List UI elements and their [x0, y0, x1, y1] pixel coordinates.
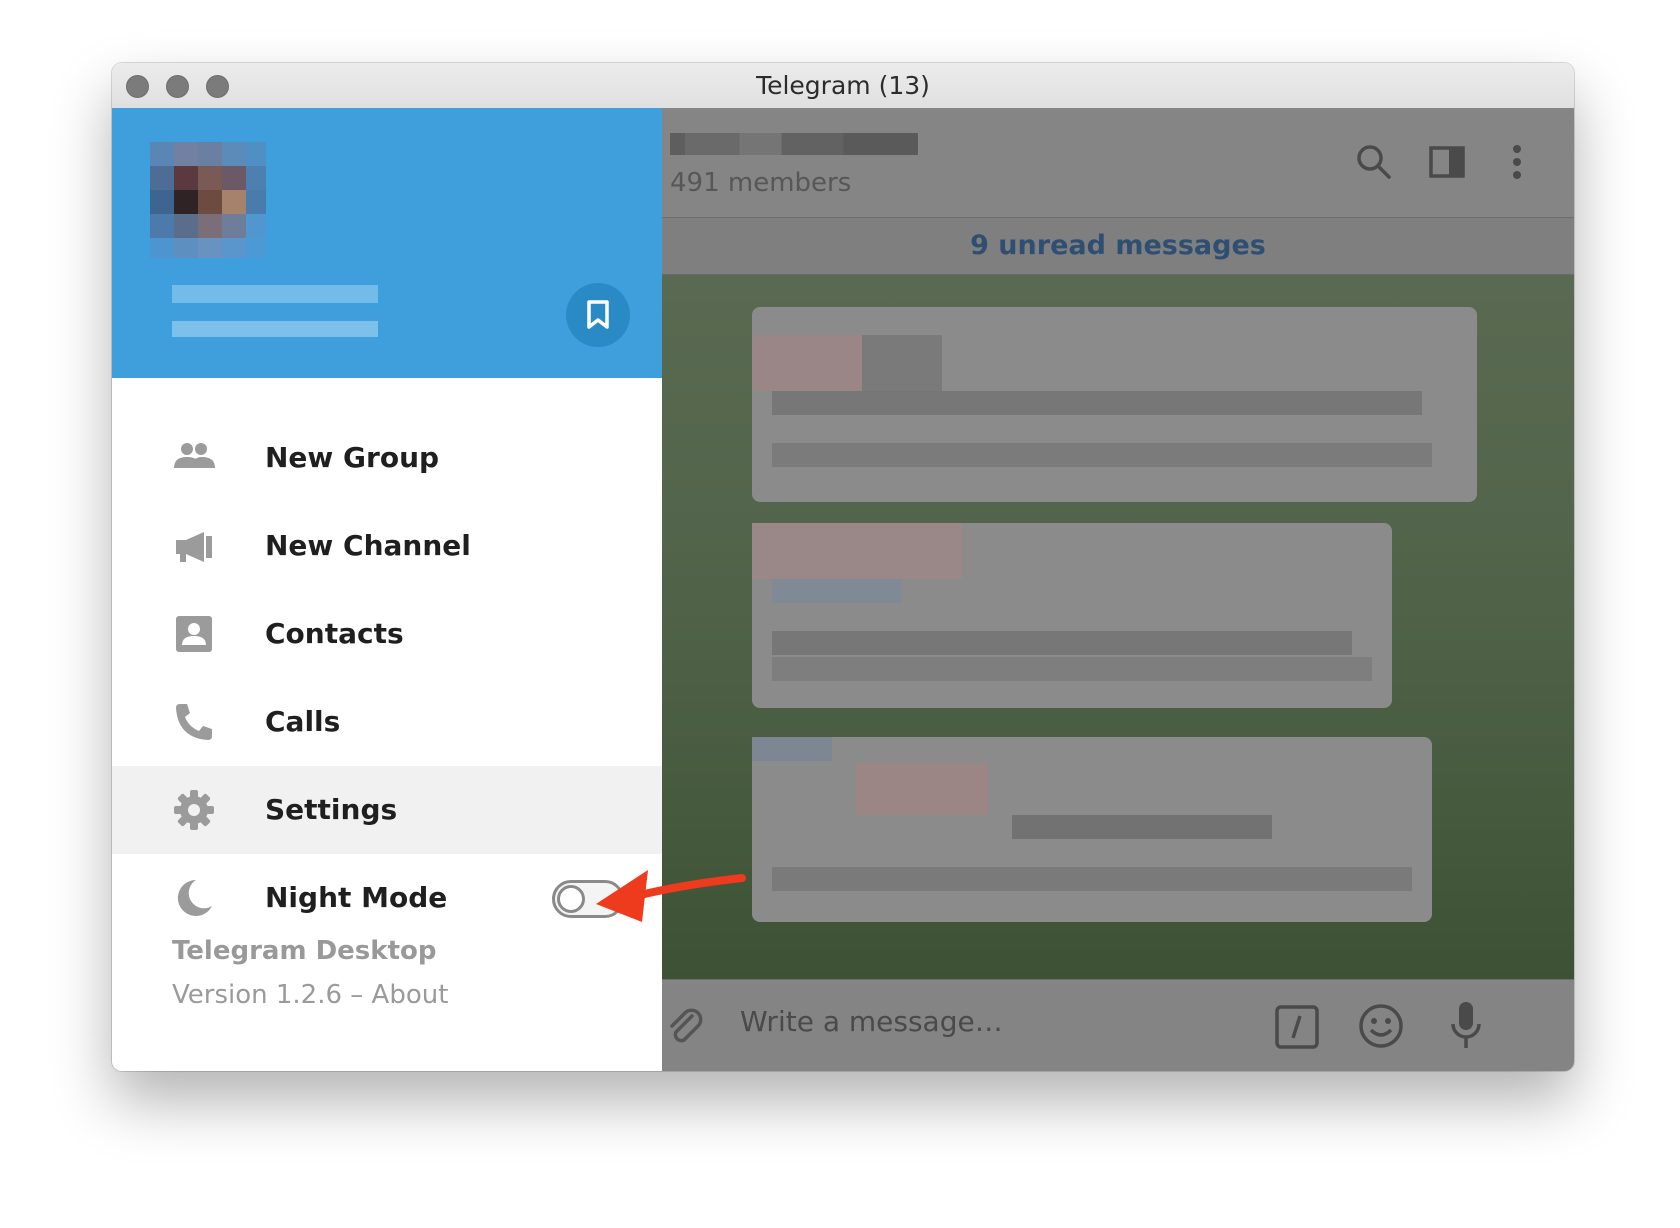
chat-header[interactable]: 491 members [662, 108, 1574, 218]
drawer-menu: New Group New Channel Contacts Calls Set… [112, 414, 662, 942]
gear-icon [174, 790, 214, 830]
chat-pane: 491 members 9 unread messages Write a me… [662, 108, 1574, 1071]
search-icon[interactable] [1354, 142, 1394, 182]
window-content: 491 members 9 unread messages Write a me… [112, 108, 1574, 1071]
app-name: Telegram Desktop [172, 936, 437, 966]
menu-label: Night Mode [265, 881, 448, 914]
menu-item-night-mode[interactable]: Night Mode [112, 854, 662, 942]
menu-item-calls[interactable]: Calls [112, 678, 662, 766]
message-bubble-redacted [752, 737, 1432, 922]
chat-title-redacted [670, 133, 918, 155]
chat-members-count: 491 members [670, 168, 852, 198]
menu-label: Settings [265, 793, 398, 826]
menu-label: New Group [265, 441, 440, 474]
toggle-knob [557, 885, 585, 913]
side-drawer: New Group New Channel Contacts Calls Set… [112, 108, 746, 1071]
telegram-window: Telegram (13) 491 members 9 unread messa… [112, 63, 1574, 1071]
menu-label: Calls [265, 705, 341, 738]
bookmark-icon [587, 300, 609, 329]
moon-icon [177, 879, 212, 916]
group-icon [174, 443, 215, 468]
phone-icon [176, 704, 212, 740]
menu-item-new-channel[interactable]: New Channel [112, 502, 662, 590]
message-bubble-redacted [752, 307, 1477, 502]
annotation-arrow-icon [596, 870, 746, 922]
message-input[interactable]: Write a message… [740, 1005, 1003, 1038]
paperclip-icon[interactable] [662, 1004, 706, 1048]
unread-messages-bar[interactable]: 9 unread messages [662, 218, 1574, 275]
menu-item-contacts[interactable]: Contacts [112, 590, 662, 678]
more-vertical-icon[interactable] [1507, 142, 1527, 182]
saved-messages-button[interactable] [566, 283, 630, 347]
message-bubble-redacted [752, 523, 1392, 708]
contact-card-icon [176, 616, 212, 652]
profile-phone-redacted [172, 321, 378, 337]
profile-name-redacted [172, 285, 378, 303]
bot-commands-icon[interactable] [1274, 1004, 1320, 1050]
titlebar: Telegram (13) [112, 63, 1574, 109]
window-title: Telegram (13) [756, 71, 930, 100]
emoji-icon[interactable] [1357, 1002, 1405, 1050]
menu-item-settings[interactable]: Settings [112, 766, 662, 854]
menu-label: New Channel [265, 529, 471, 562]
version-about-link[interactable]: Version 1.2.6 – About [172, 980, 448, 1010]
message-composer: Write a message… [662, 979, 1574, 1071]
megaphone-icon [176, 532, 212, 562]
message-list [662, 275, 1574, 980]
sidebar-toggle-icon[interactable] [1427, 142, 1467, 182]
menu-label: Contacts [265, 617, 404, 650]
menu-item-new-group[interactable]: New Group [112, 414, 662, 502]
avatar[interactable] [150, 142, 266, 258]
microphone-icon[interactable] [1449, 1000, 1483, 1052]
profile-header [112, 108, 662, 378]
